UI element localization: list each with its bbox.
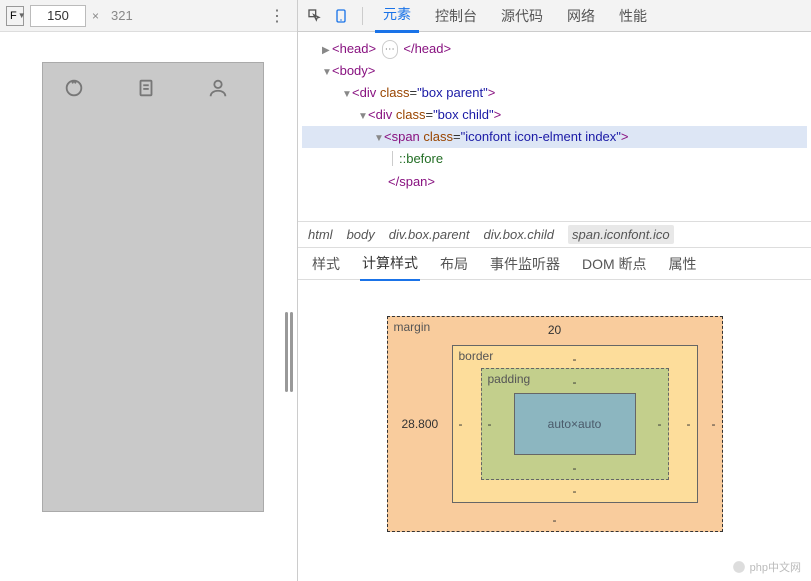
watermark: php中文网	[732, 559, 801, 575]
border-top-value: -	[573, 352, 577, 366]
more-options-icon[interactable]: ⋮	[269, 6, 283, 26]
crumb-parent[interactable]: div.box.parent	[389, 227, 470, 242]
box-model-margin[interactable]: margin 20 - 28.800 - border - - - - padd…	[387, 316, 723, 532]
tab-console[interactable]: 控制台	[427, 0, 485, 32]
tab-properties[interactable]: 属性	[667, 248, 699, 280]
margin-bottom-value: -	[553, 513, 557, 527]
device-toggle-icon[interactable]	[332, 7, 350, 25]
tab-network[interactable]: 网络	[559, 0, 603, 32]
crumb-span[interactable]: span.iconfont.ico	[568, 225, 674, 244]
frame-header	[43, 63, 263, 113]
margin-left-value: 28.800	[402, 417, 439, 431]
margin-right-value: -	[712, 417, 716, 431]
box-model[interactable]: margin 20 - 28.800 - border - - - - padd…	[387, 316, 723, 532]
margin-top-value: 20	[548, 323, 561, 337]
border-left-value: -	[459, 417, 463, 431]
padding-top-value: -	[573, 375, 577, 389]
dom-node-span-close[interactable]: </span>	[302, 171, 807, 193]
box-model-padding[interactable]: padding - - - - auto×auto	[481, 368, 669, 480]
refresh-icon	[63, 77, 85, 99]
box-model-container: margin 20 - 28.800 - border - - - - padd…	[298, 280, 811, 581]
ellipsis-badge: ⋯	[382, 40, 398, 59]
dimensions-separator: ×	[92, 9, 99, 23]
border-label: border	[459, 349, 494, 363]
tab-dom-breakpoints[interactable]: DOM 断点	[580, 248, 649, 280]
device-frame	[42, 62, 264, 512]
device-viewport	[0, 32, 297, 581]
padding-right-value: -	[658, 417, 662, 431]
crumb-html[interactable]: html	[308, 227, 333, 242]
padding-left-value: -	[488, 417, 492, 431]
box-model-content[interactable]: auto×auto	[514, 393, 636, 455]
dom-node-div-child[interactable]: <div class="box child">	[302, 104, 807, 126]
breadcrumb: html body div.box.parent div.box.child s…	[298, 222, 811, 248]
viewport-width-input[interactable]	[30, 5, 86, 27]
dom-node-body[interactable]: <body>	[302, 60, 807, 82]
box-model-border[interactable]: border - - - - padding - - - - auto×auto	[452, 345, 698, 503]
inspect-icon[interactable]	[306, 7, 324, 25]
viewport-height-input[interactable]	[111, 5, 167, 27]
php-logo-icon	[732, 560, 746, 574]
content-value: auto×auto	[548, 417, 602, 431]
border-bottom-value: -	[573, 484, 577, 498]
dom-node-div-parent[interactable]: <div class="box parent">	[302, 82, 807, 104]
tab-computed[interactable]: 计算样式	[360, 247, 420, 281]
tab-sources[interactable]: 源代码	[493, 0, 551, 32]
padding-bottom-value: -	[573, 461, 577, 475]
tab-performance[interactable]: 性能	[611, 0, 655, 32]
tab-layout[interactable]: 布局	[438, 248, 470, 280]
margin-label: margin	[394, 320, 431, 334]
border-right-value: -	[687, 417, 691, 431]
device-preview-pane: F▼ × ⋮	[0, 0, 298, 581]
divider	[362, 7, 363, 25]
dom-node-head[interactable]: <head> ⋯ </head>	[302, 38, 807, 60]
scrollbar[interactable]	[285, 312, 295, 392]
dom-tree[interactable]: <head> ⋯ </head> <body> <div class="box …	[298, 32, 811, 222]
clipboard-icon	[135, 77, 157, 99]
device-selector[interactable]: F▼	[6, 6, 24, 26]
dom-node-span-selected[interactable]: ⋯<span class="iconfont icon-elment index…	[302, 126, 807, 148]
chevron-down-icon: ▼	[18, 11, 26, 20]
devtools-tabbar: 元素 控制台 源代码 网络 性能	[298, 0, 811, 32]
device-toolbar: F▼ × ⋮	[0, 0, 297, 32]
tab-styles[interactable]: 样式	[310, 248, 342, 280]
style-tabbar: 样式 计算样式 布局 事件监听器 DOM 断点 属性	[298, 248, 811, 280]
crumb-body[interactable]: body	[347, 227, 375, 242]
dom-pseudo-before[interactable]: ::before	[302, 148, 807, 170]
crumb-child[interactable]: div.box.child	[483, 227, 554, 242]
padding-label: padding	[488, 372, 531, 386]
tab-listeners[interactable]: 事件监听器	[488, 248, 562, 280]
devtools-panel: 元素 控制台 源代码 网络 性能 <head> ⋯ </head> <body>…	[298, 0, 811, 581]
tab-elements[interactable]: 元素	[375, 0, 419, 33]
user-icon	[207, 77, 229, 99]
